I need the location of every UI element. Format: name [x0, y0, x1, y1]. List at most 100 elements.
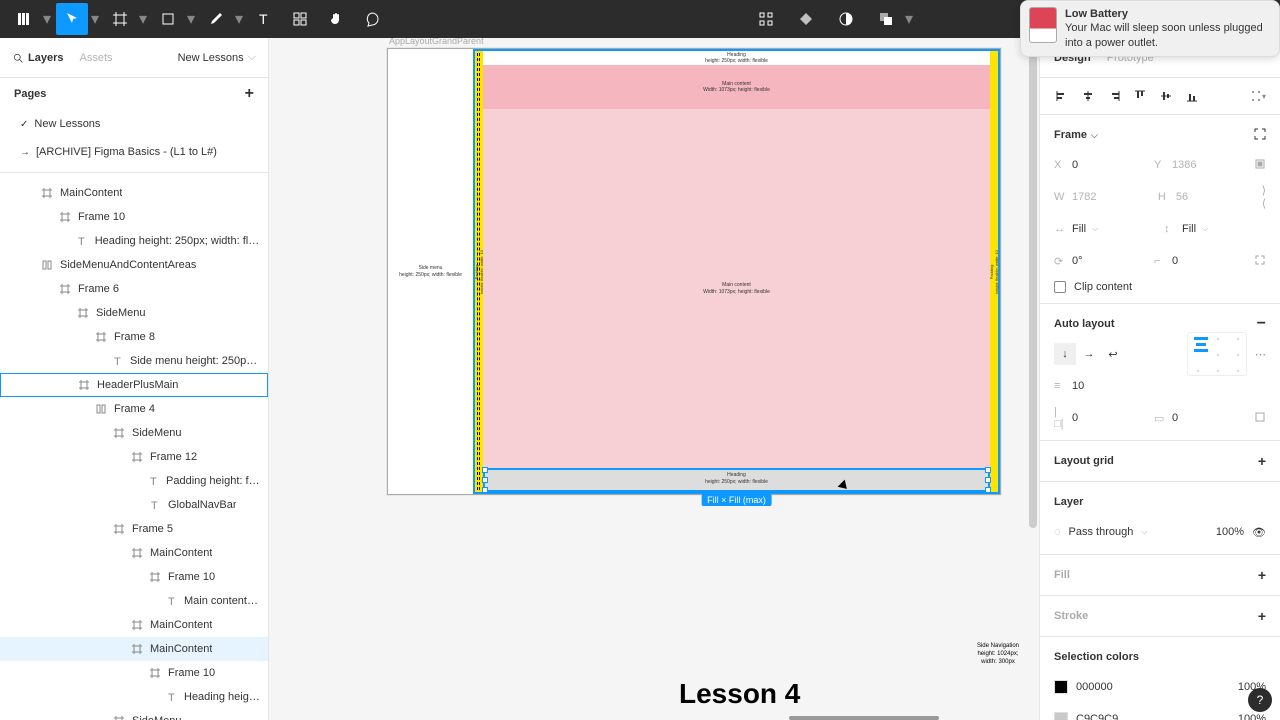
layer-row[interactable]: Frame 5 [0, 517, 268, 541]
absolute-position-icon[interactable] [1254, 158, 1266, 173]
y-input[interactable]: 1386 [1172, 159, 1196, 171]
pen-tool[interactable] [200, 3, 232, 35]
add-page-button[interactable]: + [245, 85, 254, 103]
color-swatch[interactable] [1054, 680, 1068, 694]
layer-row[interactable]: SideMenu [0, 301, 268, 325]
rotation-input[interactable]: 0° [1072, 255, 1083, 267]
layer-row[interactable]: MainContent [0, 181, 268, 205]
chevron-down-icon[interactable]: ▾ [138, 9, 148, 29]
main-content-1[interactable]: Main contentWidth: 1073px; height: flexi… [483, 65, 990, 109]
main-menu-button[interactable] [8, 3, 40, 35]
hand-tool[interactable] [320, 3, 352, 35]
comment-tool[interactable] [356, 3, 388, 35]
header-plus-main-frame[interactable]: Paddingheight: flexible; width: 10 Paddi… [473, 49, 1000, 494]
file-name[interactable]: New Lessons ⌵ [178, 51, 256, 64]
chevron-down-icon[interactable]: ▾ [42, 9, 52, 29]
text-tool[interactable]: T [248, 3, 280, 35]
distribute-button[interactable]: ▾ [1246, 84, 1270, 108]
mask-icon[interactable] [830, 3, 862, 35]
direction-wrap-button[interactable]: ↩ [1102, 343, 1124, 365]
h-input[interactable]: 56 [1176, 191, 1188, 203]
chevron-down-icon[interactable]: ⌵ [1141, 527, 1147, 537]
canvas[interactable]: AppLayoutGrandParent Side menuheight: 25… [269, 38, 1039, 720]
selection-handle[interactable] [985, 477, 991, 483]
artboard-grandparent[interactable]: Side menuheight: 250px; width: flexible … [387, 48, 1001, 495]
page-item-archive[interactable]: → [ARCHIVE] Figma Basics - (L1 to L#) [0, 138, 268, 166]
alignment-grid[interactable] [1187, 332, 1247, 376]
direction-vertical-button[interactable]: ↓ [1054, 343, 1076, 365]
x-input[interactable]: 0 [1072, 159, 1078, 171]
direction-horizontal-button[interactable]: → [1078, 343, 1100, 365]
main-content-2[interactable]: Main contentWidth: 1073px; height: flexi… [483, 109, 990, 468]
frame-label[interactable]: AppLayoutGrandParent [389, 38, 484, 46]
visibility-icon[interactable]: 👁 [1252, 526, 1266, 539]
scrollbar-vertical[interactable] [1027, 38, 1039, 720]
chevron-down-icon[interactable]: ▾ [234, 9, 244, 29]
align-bottom-button[interactable] [1180, 84, 1204, 108]
move-tool[interactable] [56, 3, 88, 35]
layer-row[interactable]: TPadding height: flexibl... [0, 469, 268, 493]
align-vcenter-button[interactable] [1154, 84, 1178, 108]
resize-to-fit-icon[interactable] [1254, 128, 1266, 143]
remove-autolayout-button[interactable]: − [1257, 315, 1266, 333]
blend-mode-select[interactable]: Pass through [1069, 526, 1134, 538]
selection-handle[interactable] [985, 467, 991, 473]
resize-h-select[interactable]: Fill [1072, 223, 1086, 235]
layer-row[interactable]: THeading height: 2... [0, 685, 268, 709]
bottom-selected-frame[interactable]: Headingheight: 250px; width: flexible Fi… [483, 468, 990, 492]
lock-aspect-icon[interactable]: ⟩⟨ [1262, 184, 1266, 210]
layer-row[interactable]: TGlobalNavBar [0, 493, 268, 517]
low-battery-notification[interactable]: Low Battery Your Mac will sleep soon unl… [1020, 0, 1280, 57]
color-hex[interactable]: 000000 [1076, 681, 1113, 693]
align-top-button[interactable] [1128, 84, 1152, 108]
page-item-new-lessons[interactable]: New Lessons [0, 110, 268, 138]
opacity-input[interactable]: 100% [1216, 526, 1244, 538]
layer-row[interactable]: TMain content Widt... [0, 589, 268, 613]
help-button[interactable]: ? [1248, 688, 1272, 712]
more-options-icon[interactable]: ⋯ [1255, 348, 1266, 361]
chevron-down-icon[interactable]: ▾ [186, 9, 196, 29]
pad-h-input[interactable]: 0 [1072, 412, 1078, 424]
chevron-down-icon[interactable]: ⌵ [1091, 130, 1098, 141]
selection-handle[interactable] [482, 477, 488, 483]
layer-row[interactable]: Frame 6 [0, 277, 268, 301]
layer-row[interactable]: Frame 12 [0, 445, 268, 469]
layer-row[interactable]: THeading height: 250px; width: flexible [0, 229, 268, 253]
shape-tool[interactable] [152, 3, 184, 35]
add-fill-button[interactable]: + [1258, 567, 1266, 583]
resources-tool[interactable] [284, 3, 316, 35]
layer-row[interactable]: Frame 8 [0, 325, 268, 349]
layers-tab[interactable]: Layers [12, 52, 63, 64]
layer-row[interactable]: MainContent [0, 541, 268, 565]
selection-handle[interactable] [985, 487, 991, 493]
align-right-button[interactable] [1102, 84, 1126, 108]
independent-padding-icon[interactable] [1254, 411, 1266, 426]
assets-tab[interactable]: Assets [79, 52, 112, 64]
add-grid-button[interactable]: + [1258, 453, 1266, 469]
clip-content-checkbox[interactable] [1054, 281, 1066, 293]
layer-row[interactable]: TSide menu height: 250px; width... [0, 349, 268, 373]
gap-input[interactable]: 10 [1072, 380, 1084, 392]
layer-row[interactable]: Frame 10 [0, 661, 268, 685]
frame-tool[interactable] [104, 3, 136, 35]
color-hex[interactable]: C9C9C9 [1076, 713, 1118, 720]
chevron-down-icon[interactable]: ▾ [90, 9, 100, 29]
layer-row[interactable]: SideMenu [0, 421, 268, 445]
chevron-down-icon[interactable]: ▾ [904, 9, 914, 29]
ruler-icon[interactable] [750, 3, 782, 35]
resize-v-select[interactable]: Fill [1182, 223, 1196, 235]
color-opacity[interactable]: 100% [1238, 713, 1266, 720]
align-hcenter-button[interactable] [1076, 84, 1100, 108]
add-stroke-button[interactable]: + [1258, 608, 1266, 624]
component-icon[interactable] [790, 3, 822, 35]
layer-row[interactable]: SideMenuAndContentAreas [0, 253, 268, 277]
scrollbar-horizontal[interactable] [269, 716, 1039, 720]
side-menu-area[interactable]: Side menuheight: 250px; width: flexible [388, 49, 473, 494]
layer-row[interactable]: MainContent [0, 613, 268, 637]
w-input[interactable]: 1782 [1072, 191, 1096, 203]
heading-bar[interactable]: Headingheight: 250px; width: flexible [483, 51, 990, 65]
layer-row[interactable]: MainContent [0, 637, 268, 661]
layer-row[interactable]: Frame 10 [0, 565, 268, 589]
color-swatch[interactable] [1054, 712, 1068, 720]
layer-row[interactable]: Frame 10 [0, 205, 268, 229]
